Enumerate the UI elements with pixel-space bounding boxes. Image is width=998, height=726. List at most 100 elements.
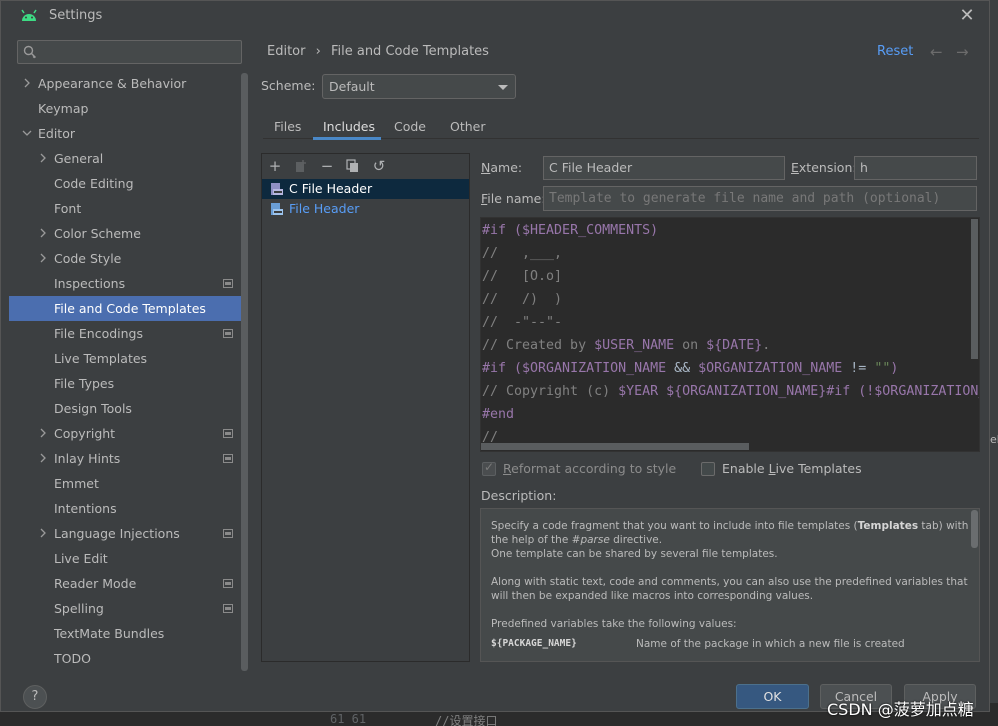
chevron-right-icon[interactable] [38, 428, 48, 438]
file-name-field[interactable]: Template to generate file name and path … [543, 186, 977, 211]
sidebar-item[interactable]: TODO [9, 646, 241, 671]
template-list-panel: + − ↺ C File Header File Header [261, 153, 470, 662]
description-scrollbar[interactable] [971, 510, 978, 548]
sidebar-item[interactable]: Reader Mode [9, 571, 241, 596]
code-line: #end [482, 407, 515, 422]
checkbox-icon[interactable] [701, 462, 715, 476]
extension-field[interactable]: h [854, 156, 977, 180]
code-line: // -"--"- [482, 315, 563, 330]
sidebar-item[interactable]: General [9, 146, 241, 171]
project-scope-icon [223, 329, 233, 338]
forward-arrow-icon[interactable]: → [956, 43, 969, 61]
sidebar-item[interactable]: Appearance & Behavior [9, 71, 241, 96]
sidebar-item[interactable]: TextMate Bundles [9, 621, 241, 646]
chevron-right-icon[interactable] [38, 228, 48, 238]
settings-tree-scrollbar[interactable] [241, 73, 248, 671]
back-arrow-icon[interactable]: ← [930, 43, 943, 61]
project-scope-icon [223, 454, 233, 463]
sidebar-item[interactable]: Language Injections [9, 521, 241, 546]
sidebar-item[interactable]: Editor [9, 121, 241, 146]
android-studio-icon [21, 9, 37, 21]
reset-to-default-icon[interactable]: ↺ [370, 157, 388, 175]
window-title: Settings [49, 8, 103, 23]
reset-link[interactable]: Reset [877, 44, 913, 59]
sidebar-item-label: Inlay Hints [54, 451, 121, 466]
sidebar-item[interactable]: File Types [9, 371, 241, 396]
chevron-right-icon[interactable] [38, 528, 48, 538]
sidebar-item-label: General [54, 151, 104, 166]
chevron-right-icon[interactable] [38, 453, 48, 463]
editor-horizontal-scrollbar[interactable] [481, 443, 749, 450]
breadcrumb-parent[interactable]: Editor [267, 44, 305, 59]
sidebar-item[interactable]: Code Editing [9, 171, 241, 196]
watermark: CSDN @菠萝加点糖 [827, 700, 974, 719]
ok-button[interactable]: OK [736, 684, 809, 709]
sidebar-item[interactable]: Emmet [9, 471, 241, 496]
sidebar-item-label: Code Editing [54, 176, 134, 191]
sidebar-item[interactable]: Code Style [9, 246, 241, 271]
background-code-comment: //设置接口 [435, 714, 498, 726]
chevron-right-icon[interactable] [38, 253, 48, 263]
sidebar-item[interactable]: Color Scheme [9, 221, 241, 246]
add-icon[interactable]: + [266, 157, 284, 175]
project-scope-icon [223, 579, 233, 588]
template-file-icon [271, 203, 283, 215]
sidebar-item-label: Font [54, 201, 82, 216]
sidebar-item-label: Appearance & Behavior [38, 76, 187, 91]
description-paragraph: Along with static text, code and comment… [491, 576, 968, 602]
sidebar-item-label: Reader Mode [54, 576, 137, 591]
checkbox-icon [482, 460, 496, 476]
chevron-right-icon[interactable] [38, 153, 48, 163]
tab-files[interactable]: Files [274, 119, 301, 134]
settings-dialog: Settings ✕ Appearance & Behavior Keymap Ed… [0, 0, 990, 712]
search-icon [23, 45, 36, 59]
sidebar-item[interactable]: Font [9, 196, 241, 221]
sidebar-item[interactable]: File Encodings [9, 321, 241, 346]
template-list-item[interactable]: File Header [262, 199, 469, 219]
copy-icon[interactable] [344, 157, 362, 175]
chevron-down-icon[interactable] [22, 128, 32, 138]
background-side-text: ek [990, 433, 998, 446]
sidebar-item[interactable]: Copyright [9, 421, 241, 446]
remove-icon[interactable]: − [318, 157, 336, 175]
project-scope-icon [223, 279, 233, 288]
sidebar-item[interactable]: Inspections [9, 271, 241, 296]
code-line: // /) ) [482, 292, 563, 307]
editor-vertical-scrollbar[interactable] [971, 219, 978, 359]
name-field[interactable]: C File Header [543, 156, 785, 180]
scheme-dropdown[interactable]: Default [322, 74, 516, 99]
reformat-label: Reformat according to style [503, 461, 677, 476]
template-code-editor[interactable]: #if ($HEADER_COMMENTS) // ,___, // [O.o]… [480, 217, 980, 452]
sidebar-item[interactable]: Keymap [9, 96, 241, 121]
sidebar-item-label: Color Scheme [54, 226, 141, 241]
sidebar-item[interactable]: Spelling [9, 596, 241, 621]
search-input[interactable] [17, 40, 242, 64]
sidebar-item[interactable]: File and Code Templates [9, 296, 241, 321]
tab-other[interactable]: Other [450, 119, 486, 134]
sidebar-item-label: Editor [38, 126, 75, 141]
code-line: #if ($ORGANIZATION_NAME && $ORGANIZATION… [482, 361, 899, 376]
description-paragraph: Predefined variables take the following … [491, 618, 737, 630]
sidebar-item[interactable]: Inlay Hints [9, 446, 241, 471]
sidebar-item[interactable]: Live Edit [9, 546, 241, 571]
sidebar-item-label: Inspections [54, 276, 126, 291]
sidebar-item-label: File Encodings [54, 326, 144, 341]
variable-description: Name of the package in which a new file … [636, 638, 905, 650]
template-list-item[interactable]: C File Header [262, 179, 469, 199]
active-tab-indicator [313, 137, 381, 140]
chevron-right-icon[interactable] [22, 78, 32, 88]
sidebar-item[interactable]: Live Templates [9, 346, 241, 371]
template-name: File Header [289, 201, 360, 216]
help-button[interactable]: ? [23, 685, 47, 709]
sidebar-item-label: File Types [54, 376, 115, 391]
sidebar-item-label: Keymap [38, 101, 89, 116]
tab-includes[interactable]: Includes [323, 119, 375, 134]
close-icon[interactable]: ✕ [956, 5, 978, 27]
ide-background-right [989, 0, 998, 726]
title-bar[interactable]: Settings ✕ [1, 1, 989, 31]
tab-code[interactable]: Code [394, 119, 426, 134]
sidebar-item[interactable]: Design Tools [9, 396, 241, 421]
code-line: // [O.o] [482, 269, 563, 284]
sidebar-item-label: Design Tools [54, 401, 132, 416]
sidebar-item[interactable]: Intentions [9, 496, 241, 521]
